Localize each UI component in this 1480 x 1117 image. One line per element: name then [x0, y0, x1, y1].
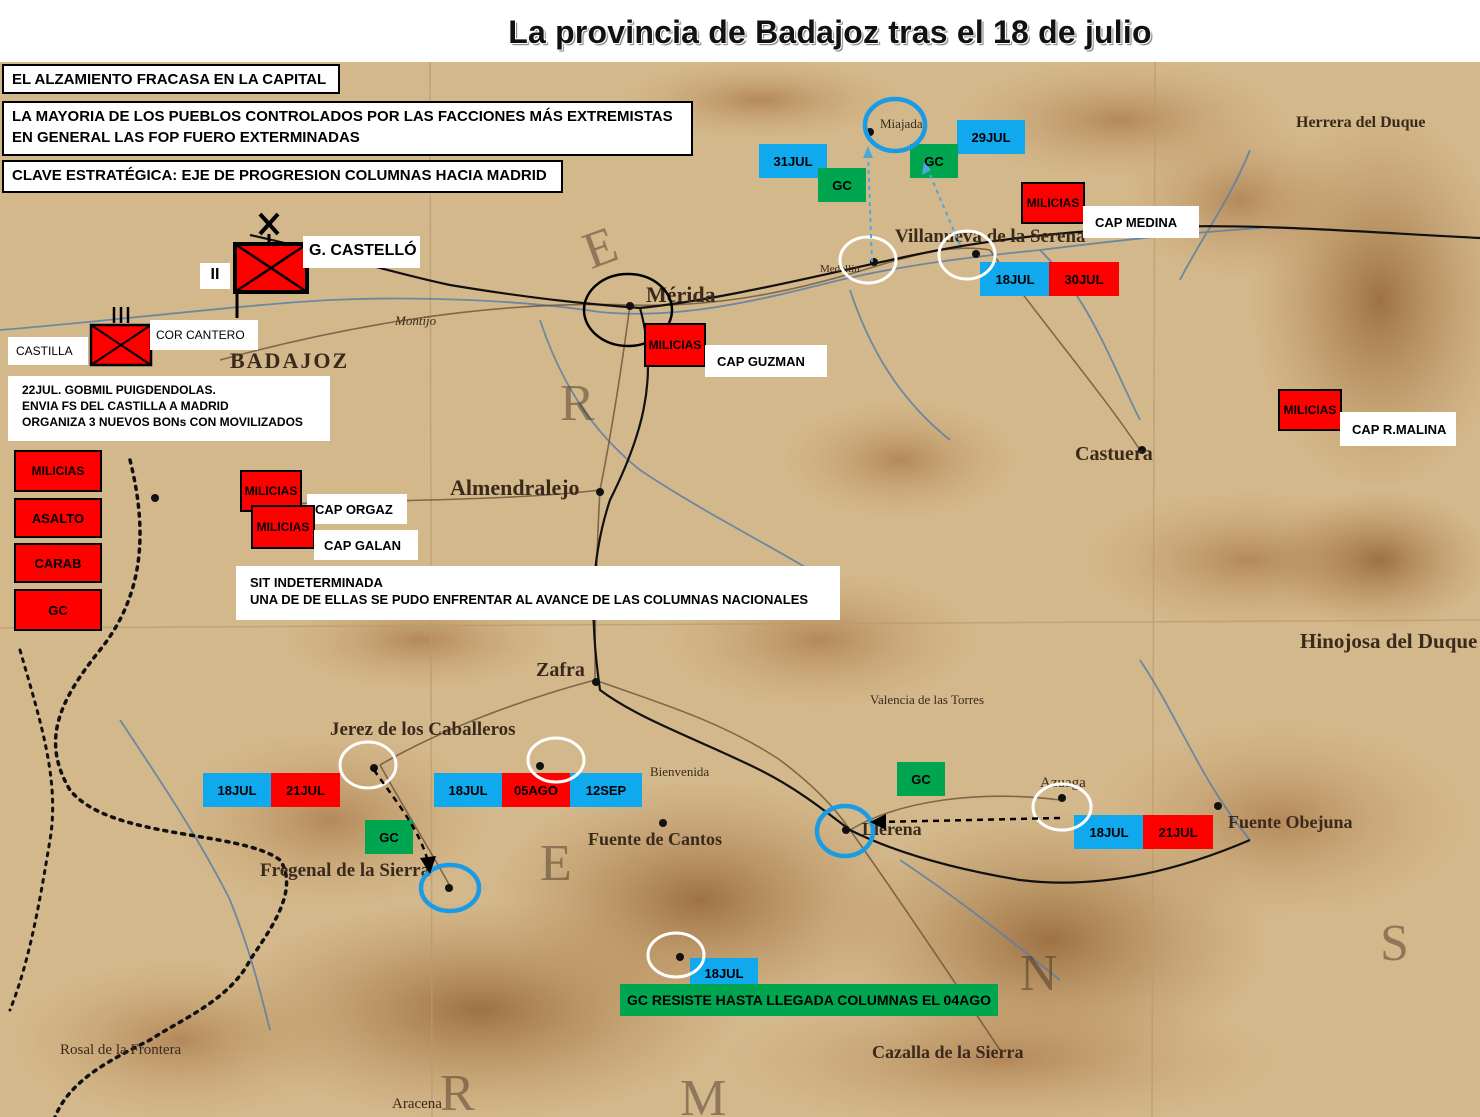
burguillos-white-circle — [526, 736, 586, 784]
llerena-blue-circle — [814, 803, 876, 859]
villanueva-white-circle — [937, 229, 997, 281]
medellin-white-circle — [838, 235, 898, 285]
captured-town-circles — [418, 96, 928, 914]
map-stage: E R E N S M R BADAJOZ Mérida Almendralej… — [0, 0, 1480, 1117]
segura-white-circle — [646, 931, 706, 979]
advance-arrows — [372, 769, 1061, 863]
jerez-white-circle — [338, 740, 398, 790]
advance-arrows-miajadas — [867, 154, 961, 263]
azuaga-white-circle — [1031, 782, 1093, 832]
miajadas-blue-circle — [862, 96, 928, 154]
movement-overlay — [338, 96, 1093, 979]
